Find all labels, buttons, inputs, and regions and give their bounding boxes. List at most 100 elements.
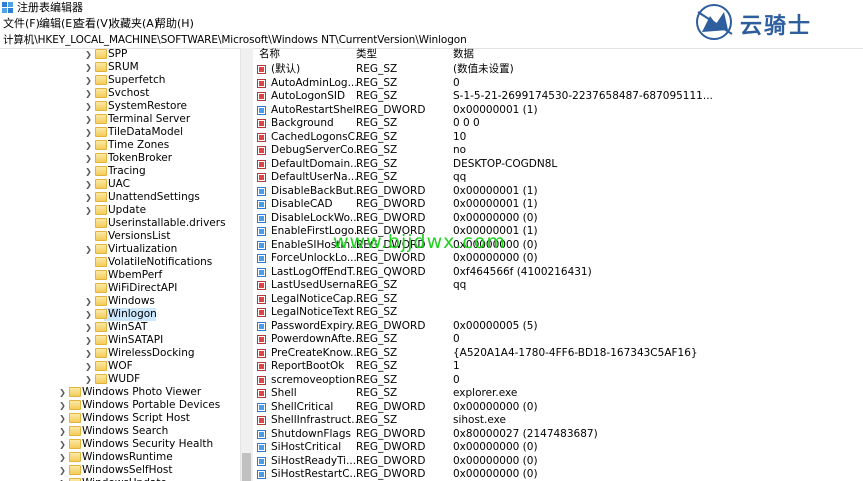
value-row[interactable]: SiHostReadyTi... REG_DWORD 0x00000000 (0) (255, 455, 863, 468)
value-row[interactable]: AutoRestartShell REG_DWORD 0x00000001 (1) (255, 104, 863, 117)
tree-item[interactable]: ❯ Windows Photo Viewer (0, 386, 240, 399)
tree-item[interactable]: ❯ Virtualization (0, 243, 240, 256)
column-header-data[interactable]: 数据 (453, 48, 474, 61)
address-path[interactable]: 计算机\HKEY_LOCAL_MACHINE\SOFTWARE\Microsof… (3, 33, 467, 47)
value-row[interactable]: SiHostCritical REG_DWORD 0x00000000 (0) (255, 441, 863, 454)
value-row[interactable]: DefaultUserNa... REG_SZ qq (255, 171, 863, 184)
tree-item[interactable]: ❯ WUDF (0, 373, 240, 386)
chevron-right-icon[interactable]: ❯ (84, 100, 93, 113)
tree-item[interactable]: ❯ UAC (0, 178, 240, 191)
value-row[interactable]: DefaultDomain... REG_SZ DESKTOP-COGDN8L (255, 158, 863, 171)
chevron-right-icon[interactable]: ❯ (58, 464, 67, 477)
tree-item[interactable]: VersionsList (0, 230, 240, 243)
value-row[interactable]: scremoveoption REG_SZ 0 (255, 374, 863, 387)
value-row[interactable]: DisableLockWo... REG_DWORD 0x00000000 (0) (255, 212, 863, 225)
tree-item[interactable]: ❯ WindowsUpdate (0, 477, 240, 481)
chevron-right-icon[interactable]: ❯ (84, 87, 93, 100)
chevron-right-icon[interactable]: ❯ (58, 451, 67, 464)
menu-edit[interactable]: 编辑(E) (39, 17, 77, 31)
chevron-right-icon[interactable]: ❯ (84, 48, 93, 61)
value-row[interactable]: CachedLogonsC... REG_SZ 10 (255, 131, 863, 144)
tree-item[interactable]: ❯ Windows (0, 295, 240, 308)
tree-item[interactable]: ❯ Superfetch (0, 74, 240, 87)
chevron-right-icon[interactable]: ❯ (58, 386, 67, 399)
chevron-right-icon[interactable]: ❯ (58, 438, 67, 451)
tree-item[interactable]: Userinstallable.drivers (0, 217, 240, 230)
chevron-right-icon[interactable]: ❯ (84, 152, 93, 165)
tree-item[interactable]: ❯ Tracing (0, 165, 240, 178)
value-row[interactable]: PreCreateKnow... REG_SZ {A520A1A4-1780-4FF… (255, 347, 863, 360)
tree-item[interactable]: ❯ Windows Script Host (0, 412, 240, 425)
chevron-right-icon[interactable]: ❯ (84, 373, 93, 386)
menu-view[interactable]: 查看(V) (74, 17, 112, 31)
chevron-right-icon[interactable]: ❯ (58, 425, 67, 438)
tree-item[interactable]: ❯ Time Zones (0, 139, 240, 152)
tree-item[interactable]: ❯ WirelessDocking (0, 347, 240, 360)
pane-splitter[interactable] (240, 48, 253, 481)
tree-item[interactable]: ❯ Svchost (0, 87, 240, 100)
tree-scrollbar-thumb[interactable] (242, 453, 251, 481)
chevron-right-icon[interactable]: ❯ (58, 399, 67, 412)
tree-item[interactable]: ❯ WindowsSelfHost (0, 464, 240, 477)
value-row[interactable]: LastLogOffEndT... REG_QWORD 0xf464566f (41… (255, 266, 863, 279)
tree-item[interactable]: ❯ TokenBroker (0, 152, 240, 165)
chevron-right-icon[interactable]: ❯ (84, 334, 93, 347)
chevron-right-icon[interactable]: ❯ (84, 204, 93, 217)
column-header-name[interactable]: 名称 (259, 48, 280, 61)
tree-item[interactable]: ❯ Winlogon (0, 308, 240, 321)
tree-item[interactable]: WbemPerf (0, 269, 240, 282)
value-row[interactable]: LegalNoticeCap... REG_SZ (255, 293, 863, 306)
tree-item[interactable]: ❯ Windows Security Health (0, 438, 240, 451)
value-row[interactable]: ShellCritical REG_DWORD 0x00000000 (0) (255, 401, 863, 414)
chevron-right-icon[interactable]: ❯ (84, 347, 93, 360)
value-row[interactable]: ShutdownFlags REG_DWORD 0x80000027 (214748… (255, 428, 863, 441)
tree-item[interactable]: ❯ SPP (0, 48, 240, 61)
menu-favorites[interactable]: 收藏夹(A) (109, 17, 158, 31)
value-row[interactable]: PowerdownAfte... REG_SZ 0 (255, 333, 863, 346)
chevron-right-icon[interactable]: ❯ (84, 126, 93, 139)
value-row[interactable]: SiHostRestartC... REG_DWORD 0x00000000 (0) (255, 468, 863, 481)
chevron-right-icon[interactable]: ❯ (84, 243, 93, 256)
tree-item[interactable]: ❯ WinSATAPI (0, 334, 240, 347)
value-row[interactable]: Shell REG_SZ explorer.exe (255, 387, 863, 400)
value-row[interactable]: ForceUnlockLo... REG_DWORD 0x00000000 (0) (255, 252, 863, 265)
tree-item[interactable]: ❯ Terminal Server (0, 113, 240, 126)
value-row[interactable]: DebugServerCo... REG_SZ no (255, 144, 863, 157)
value-row[interactable]: (默认) REG_SZ (数值未设置) (255, 63, 863, 76)
chevron-right-icon[interactable]: ❯ (84, 61, 93, 74)
tree-item[interactable]: ❯ Update (0, 204, 240, 217)
tree-item[interactable]: ❯ WindowsRuntime (0, 451, 240, 464)
registry-key-tree[interactable]: ❯ SPP ❯ SRUM ❯ Superfetch ❯ Svchost ❯ SystemResto… (0, 48, 240, 481)
tree-item[interactable]: ❯ SRUM (0, 61, 240, 74)
chevron-right-icon[interactable]: ❯ (84, 191, 93, 204)
chevron-right-icon[interactable]: ❯ (58, 412, 67, 425)
menu-file[interactable]: 文件(F) (3, 17, 40, 31)
value-row[interactable]: Background REG_SZ 0 0 0 (255, 117, 863, 130)
chevron-right-icon[interactable]: ❯ (84, 360, 93, 373)
chevron-right-icon[interactable]: ❯ (84, 295, 93, 308)
value-row[interactable]: AutoAdminLog... REG_SZ 0 (255, 77, 863, 90)
tree-item[interactable]: ❯ Windows Search (0, 425, 240, 438)
tree-item[interactable]: ❯ WinSAT (0, 321, 240, 334)
value-row[interactable]: LastUsedUserna... REG_SZ qq (255, 279, 863, 292)
column-header-type[interactable]: 类型 (356, 48, 377, 61)
value-row[interactable]: AutoLogonSID REG_SZ S-1-5-21-2699174530-22… (255, 90, 863, 103)
chevron-right-icon[interactable]: ❯ (84, 321, 93, 334)
tree-item[interactable]: ❯ SystemRestore (0, 100, 240, 113)
chevron-right-icon[interactable]: ❯ (84, 74, 93, 87)
value-row[interactable]: ShellInfrastruct... REG_SZ sihost.exe (255, 414, 863, 427)
value-row[interactable]: ReportBootOk REG_SZ 1 (255, 360, 863, 373)
tree-item[interactable]: ❯ TileDataModel (0, 126, 240, 139)
chevron-right-icon[interactable]: ❯ (84, 178, 93, 191)
tree-item[interactable]: ❯ WOF (0, 360, 240, 373)
value-row[interactable]: LegalNoticeText REG_SZ (255, 306, 863, 319)
chevron-right-icon[interactable]: ❯ (84, 113, 93, 126)
address-bar[interactable]: 计算机\HKEY_LOCAL_MACHINE\SOFTWARE\Microsof… (0, 32, 863, 49)
chevron-right-icon[interactable]: ❯ (84, 308, 93, 321)
value-row[interactable]: DisableBackBut... REG_DWORD 0x00000001 (1) (255, 185, 863, 198)
tree-item[interactable]: VolatileNotifications (0, 256, 240, 269)
value-row[interactable]: PasswordExpiry... REG_DWORD 0x00000005 (5) (255, 320, 863, 333)
tree-item[interactable]: ❯ Windows Portable Devices (0, 399, 240, 412)
chevron-right-icon[interactable]: ❯ (58, 477, 67, 481)
value-row[interactable]: DisableCAD REG_DWORD 0x00000001 (1) (255, 198, 863, 211)
